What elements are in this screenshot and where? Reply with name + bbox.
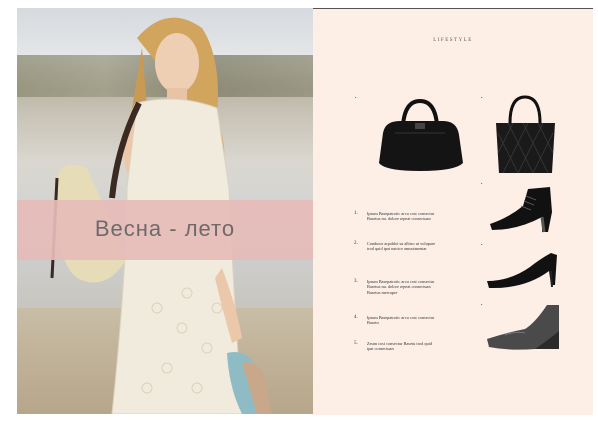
item-number: 2. [354, 241, 358, 246]
item-number: 5. [354, 341, 358, 346]
image-marker: • [481, 302, 483, 307]
lace-up-bootie-image [490, 187, 552, 233]
item-number: 1. [354, 211, 358, 216]
grey-wedge-image [487, 305, 559, 350]
banner-title: Весна - лето [94, 216, 236, 241]
image-marker: • [481, 95, 483, 100]
section-header: LIFESTYLE [433, 38, 473, 43]
item-number: 4. [354, 315, 358, 320]
item-description: Zeum cost consectur Basetu trod quid tpa… [367, 341, 433, 352]
item-number: 3. [354, 279, 358, 284]
item-description: Ipsum Basepatrotic arcu cost consectur B… [367, 211, 435, 222]
item-description: Ipsum Basepatrotic arcu cost consectur B… [367, 315, 435, 326]
item-description: Ipsum Basepatrotic arcu cost consectur B… [367, 279, 435, 295]
season-banner: Весна - лето [17, 200, 313, 260]
image-marker: • [355, 95, 357, 100]
image-marker: • [481, 242, 483, 247]
item-description: Condutor arpablot su albiso ut volupare … [367, 241, 436, 252]
image-marker: • [481, 181, 483, 186]
magazine-spread: Весна - лето LIFESTYLE • • • • • 1. Ipsu… [17, 8, 593, 415]
quilted-tote-image [496, 95, 555, 174]
cover-photo: Весна - лето [17, 8, 313, 414]
black-pump-image [487, 253, 557, 289]
black-leather-bag-image [379, 98, 463, 171]
catalog-page: LIFESTYLE • • • • • 1. Ipsum Basepatroti… [313, 8, 593, 415]
